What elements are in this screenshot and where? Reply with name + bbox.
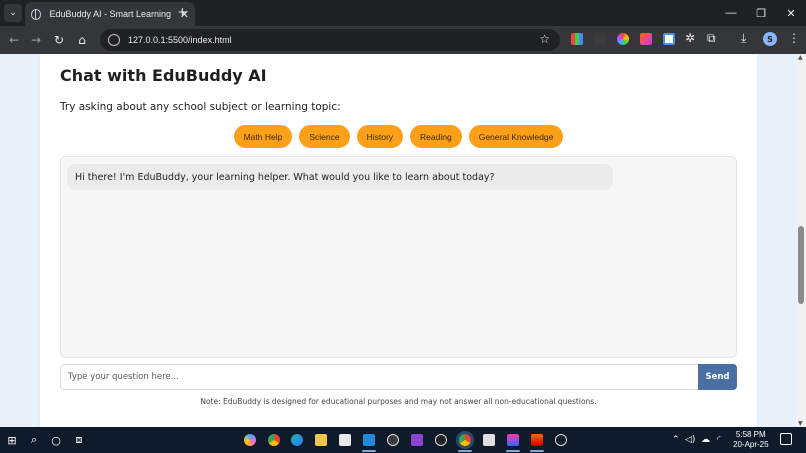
topic-button-general-knowledge[interactable]: General Knowledge xyxy=(468,125,564,148)
app-icon[interactable] xyxy=(483,434,495,446)
site-info-icon[interactable] xyxy=(108,34,120,46)
download-icon[interactable]: ⤓ xyxy=(741,31,746,46)
url-text: 127.0.0.1:5500/index.html xyxy=(128,35,232,45)
topic-button-math-help[interactable]: Math Help xyxy=(233,125,293,148)
topic-button-reading[interactable]: Reading xyxy=(410,125,462,148)
scroll-down-arrow-icon[interactable]: ▼ xyxy=(798,420,803,427)
extension-icon[interactable] xyxy=(663,33,675,45)
tab-strip: ⌄ EduBuddy AI - Smart Learning C ✕ + — ❐… xyxy=(0,0,806,26)
copilot-icon[interactable] xyxy=(244,434,256,446)
volume-icon[interactable]: ◁) xyxy=(685,435,695,445)
back-arrow-icon[interactable]: ← xyxy=(6,32,22,48)
page-scrollbar[interactable]: ▲ ▼ xyxy=(796,54,806,427)
browser-menu-icon[interactable]: ⋮ xyxy=(788,31,800,45)
chevron-up-icon[interactable]: ⌃ xyxy=(672,435,680,445)
app-icon[interactable] xyxy=(555,434,567,446)
reload-icon[interactable]: ↻ xyxy=(51,32,67,48)
minimize-button[interactable]: — xyxy=(716,0,746,26)
extension-icon[interactable] xyxy=(571,33,583,45)
page-title: Chat with EduBuddy AI xyxy=(60,66,267,85)
page-viewport: Chat with EduBuddy AI Try asking about a… xyxy=(0,54,796,427)
extension-icon[interactable] xyxy=(640,33,652,45)
vscode-icon[interactable] xyxy=(363,434,375,446)
topic-button-science[interactable]: Science xyxy=(299,125,350,148)
bot-message: Hi there! I'm EduBuddy, your learning he… xyxy=(67,164,613,190)
new-tab-button[interactable]: + xyxy=(178,4,187,21)
search-icon[interactable]: ⌕ xyxy=(27,433,41,447)
extension-icon[interactable] xyxy=(617,33,629,45)
chrome-icon[interactable] xyxy=(268,434,280,446)
topic-button-history[interactable]: History xyxy=(356,125,404,148)
app-icon[interactable] xyxy=(531,434,543,446)
address-bar[interactable]: 127.0.0.1:5500/index.html ☆ xyxy=(100,29,560,51)
chat-messages[interactable]: Hi there! I'm EduBuddy, your learning he… xyxy=(60,156,737,358)
home-icon[interactable]: ⌂ xyxy=(74,32,90,48)
windows-taskbar: ⊞ ⌕ ○ ⧈ ⌃ ◁) ☁ ◜ 5:58 PM 20-Apr-25 xyxy=(0,427,806,453)
active-indicator xyxy=(506,450,520,452)
extension-icon[interactable] xyxy=(594,33,606,45)
tab-title: EduBuddy AI - Smart Learning C xyxy=(49,9,174,19)
chrome-active-icon[interactable] xyxy=(459,434,471,446)
task-view-icon[interactable]: ⧈ xyxy=(72,433,86,447)
question-form: Send xyxy=(60,364,737,390)
onenote-icon[interactable] xyxy=(411,434,423,446)
file-explorer-icon[interactable] xyxy=(315,434,327,446)
bookmark-star-icon[interactable]: ☆ xyxy=(539,32,550,46)
scroll-up-arrow-icon[interactable]: ▲ xyxy=(798,54,803,61)
profile-avatar[interactable]: S xyxy=(763,32,777,46)
windows-start-icon[interactable]: ⊞ xyxy=(5,433,19,447)
active-indicator xyxy=(530,450,544,452)
send-button[interactable]: Send xyxy=(698,364,737,390)
extensions-puzzle-icon[interactable]: ⧉ xyxy=(707,31,716,46)
store-icon[interactable] xyxy=(339,434,351,446)
close-window-button[interactable]: ✕ xyxy=(776,0,806,26)
onedrive-icon[interactable]: ☁ xyxy=(701,435,710,445)
window-controls: — ❐ ✕ xyxy=(716,0,806,26)
restore-button[interactable]: ❐ xyxy=(746,0,776,26)
page-subtitle: Try asking about any school subject or l… xyxy=(60,101,341,113)
forward-arrow-icon[interactable]: → xyxy=(28,32,44,48)
media-player-icon[interactable] xyxy=(387,434,399,446)
globe-icon xyxy=(31,8,42,20)
app-icon[interactable] xyxy=(507,434,519,446)
active-indicator xyxy=(458,450,472,452)
taskbar-clock[interactable]: 5:58 PM 20-Apr-25 xyxy=(733,430,769,450)
active-indicator xyxy=(362,450,376,452)
clock-time: 5:58 PM xyxy=(735,430,766,439)
browser-toolbar: ← → ↻ ⌂ 127.0.0.1:5500/index.html ☆ ✲ ⧉ … xyxy=(0,26,806,54)
topic-buttons: Math Help Science History Reading Genera… xyxy=(40,125,757,148)
browser-tab[interactable]: EduBuddy AI - Smart Learning C ✕ xyxy=(25,2,195,26)
app-icon[interactable] xyxy=(435,434,447,446)
scrollbar-thumb[interactable] xyxy=(798,226,804,304)
cortana-icon[interactable]: ○ xyxy=(49,433,63,447)
wifi-icon[interactable]: ◜ xyxy=(717,435,721,445)
question-input[interactable] xyxy=(60,364,698,390)
tab-search-icon[interactable]: ⌄ xyxy=(4,4,22,22)
extension-gear-icon[interactable]: ✲ xyxy=(685,31,695,45)
disclaimer-note: Note: EduBuddy is designed for education… xyxy=(200,397,597,406)
edge-icon[interactable] xyxy=(291,434,303,446)
clock-date: 20-Apr-25 xyxy=(733,440,769,449)
notifications-icon[interactable] xyxy=(780,433,792,445)
chat-card: Chat with EduBuddy AI Try asking about a… xyxy=(40,54,757,427)
